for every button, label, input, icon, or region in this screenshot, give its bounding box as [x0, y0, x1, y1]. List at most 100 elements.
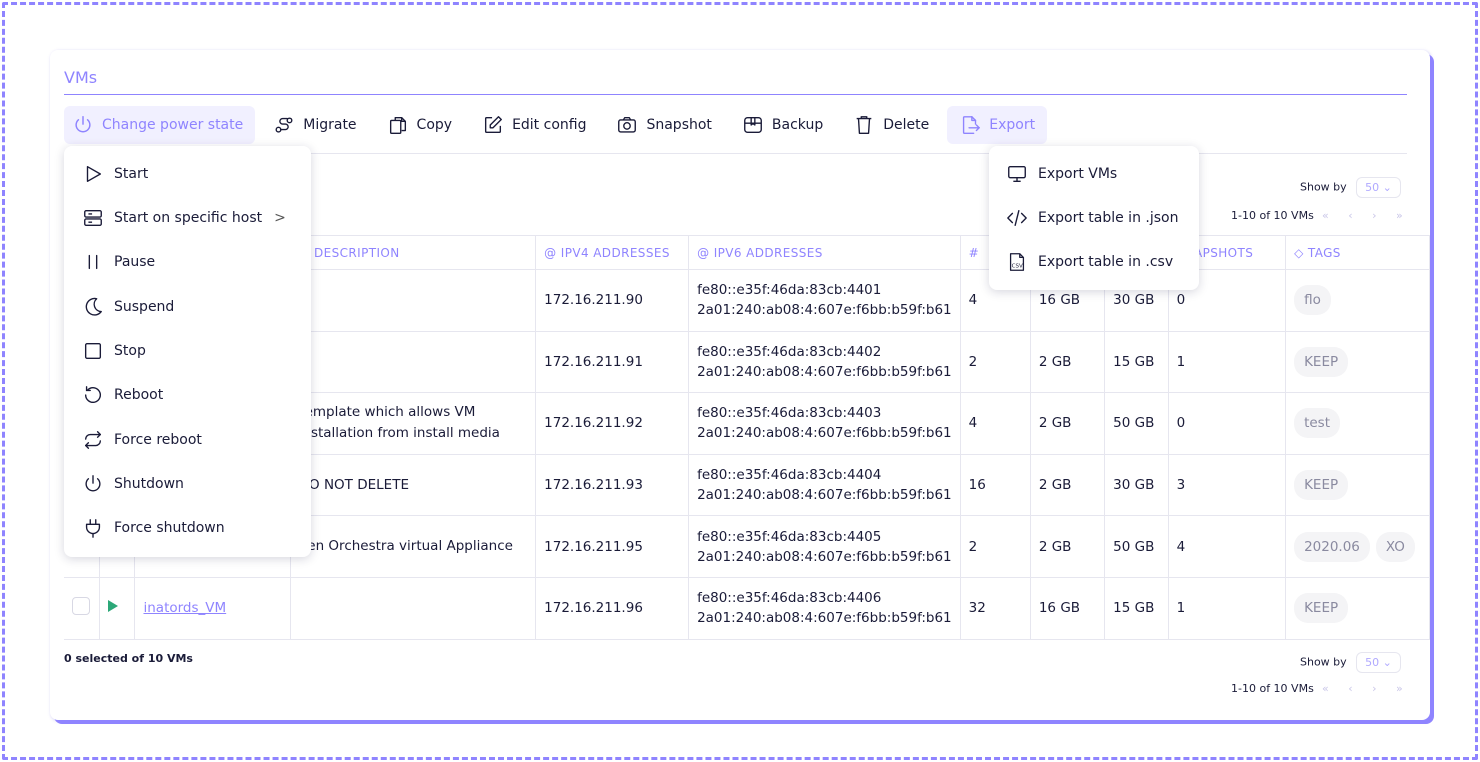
- disk-cell: 50 GB: [1104, 515, 1169, 578]
- show-by-value: 50: [1365, 181, 1380, 194]
- tag-badge[interactable]: KEEP: [1294, 346, 1349, 377]
- menu-item-start-on-host[interactable]: Start on specific host >: [82, 200, 286, 236]
- chevron-right-icon: >: [274, 210, 286, 226]
- tag-badge[interactable]: KEEP: [1294, 593, 1349, 624]
- server-icon: [84, 209, 102, 227]
- show-by-label: Show by: [1300, 655, 1347, 669]
- tag-badge[interactable]: KEEP: [1294, 470, 1349, 501]
- menu-item-label: Pause: [114, 254, 156, 270]
- menu-item-reboot[interactable]: Reboot: [82, 377, 163, 413]
- show-by-select[interactable]: 50 ⌄: [1356, 177, 1401, 198]
- title-divider: [64, 94, 1407, 95]
- pagination-range: 1-10 of 10 VMs: [1231, 682, 1314, 695]
- description-cell: Xen Orchestra virtual Appliance: [290, 515, 537, 578]
- ipv6-cell: fe80::e35f:46da:83cb:4402 2a01:240:ab08:4…: [688, 331, 961, 394]
- menu-item-force-reboot[interactable]: Force reboot: [82, 422, 202, 458]
- backup-button[interactable]: Backup: [730, 106, 835, 144]
- header-ipv4-label: IPV4 ADDRESSES: [560, 245, 670, 260]
- ipv6-line: fe80::e35f:46da:83cb:4402: [697, 343, 882, 360]
- description-line: DO NOT DELETE: [298, 476, 409, 493]
- export-button[interactable]: Export: [947, 106, 1048, 144]
- ram-cell: 2 GB: [1030, 392, 1106, 455]
- delete-button[interactable]: Delete: [841, 106, 941, 144]
- change-power-state-button[interactable]: Change power state: [64, 106, 256, 144]
- header-ipv6-label: IPV6 ADDRESSES: [713, 245, 823, 260]
- menu-item-export-vms[interactable]: Export VMs: [1006, 156, 1117, 192]
- ipv4-cell: 172.16.211.92: [535, 392, 690, 455]
- svg-text:CSV: CSV: [1012, 264, 1023, 270]
- menu-item-stop[interactable]: Stop: [82, 333, 146, 369]
- ipv6-line: fe80::e35f:46da:83cb:4403: [697, 405, 882, 422]
- change-power-state-label: Change power state: [102, 117, 244, 133]
- ipv4-cell: 172.16.211.95: [535, 515, 690, 578]
- snapshots-cell: 4: [1168, 515, 1287, 578]
- ipv6-cell: fe80::e35f:46da:83cb:4404 2a01:240:ab08:4…: [688, 454, 961, 517]
- menu-item-label: Export table in .csv: [1038, 254, 1174, 270]
- show-by-label: Show by: [1300, 180, 1347, 194]
- ipv4-cell: 172.16.211.96: [535, 577, 690, 640]
- row-checkbox-cell[interactable]: [64, 577, 101, 640]
- pause-icon: [88, 254, 98, 270]
- vm-name-link[interactable]: inatords_VM: [143, 600, 226, 616]
- menu-item-export-json[interactable]: Export table in .json: [1006, 200, 1178, 236]
- edit-config-button[interactable]: Edit config: [470, 106, 598, 144]
- pagination-nav[interactable]: « ‹ › »: [1322, 209, 1411, 222]
- tags-cell: KEEP: [1285, 331, 1430, 394]
- header-description[interactable]: ☰ DESCRIPTION: [290, 235, 537, 270]
- menu-item-pause[interactable]: Pause: [82, 244, 155, 280]
- tag-badge[interactable]: XO: [1375, 531, 1415, 562]
- power-icon: [75, 116, 91, 133]
- cpus-cell: 2: [960, 331, 1031, 394]
- menu-item-label: Shutdown: [114, 476, 184, 492]
- disk-cell: 50 GB: [1104, 392, 1169, 455]
- tag-badge[interactable]: 2020.06: [1294, 531, 1370, 562]
- description-cell: [290, 269, 537, 332]
- tag-badge[interactable]: test: [1294, 408, 1340, 439]
- menu-item-suspend[interactable]: Suspend: [82, 289, 174, 325]
- backup-label: Backup: [771, 117, 824, 133]
- row-checkbox[interactable]: [72, 597, 90, 616]
- header-tags-label: TAGS: [1307, 245, 1341, 260]
- description-line: Xen Orchestra virtual Appliance: [298, 538, 513, 555]
- code-icon: [1007, 209, 1027, 227]
- power-icon: [85, 475, 101, 492]
- csv-file-icon: CSV: [1009, 253, 1025, 271]
- ipv6-line: fe80::e35f:46da:83cb:4405: [697, 528, 882, 545]
- tag-badge[interactable]: flo: [1294, 285, 1331, 316]
- menu-item-force-shutdown[interactable]: Force shutdown: [82, 510, 225, 546]
- table-row[interactable]: inatords_VM 172.16.211.96 fe80::e35f:46d…: [64, 577, 1430, 640]
- ram-cell: 2 GB: [1030, 331, 1106, 394]
- menu-item-export-csv[interactable]: CSV Export table in .csv: [1006, 244, 1173, 280]
- menu-item-shutdown[interactable]: Shutdown: [82, 466, 184, 502]
- vm-name-cell[interactable]: inatords_VM: [134, 577, 291, 640]
- ipv4-cell: 172.16.211.90: [535, 269, 690, 332]
- pagination-nav[interactable]: « ‹ › »: [1322, 682, 1411, 695]
- copy-button[interactable]: Copy: [375, 106, 465, 144]
- header-description-label: DESCRIPTION: [314, 245, 400, 260]
- disk-cell: 30 GB: [1104, 454, 1169, 517]
- menu-item-label: Force shutdown: [114, 520, 225, 536]
- header-ipv4[interactable]: @ IPV4 ADDRESSES: [535, 235, 690, 270]
- ipv6-cell: fe80::e35f:46da:83cb:4403 2a01:240:ab08:4…: [688, 392, 961, 455]
- description-cell: DO NOT DELETE: [290, 454, 537, 517]
- copy-icon: [389, 116, 406, 134]
- snapshot-label: Snapshot: [646, 117, 712, 133]
- page-title: VMs: [64, 68, 98, 87]
- ipv4-cell: 172.16.211.91: [535, 331, 690, 394]
- delete-label: Delete: [883, 117, 930, 133]
- ipv6-line: 2a01:240:ab08:4:607e:f6bb:b59f:b61: [697, 610, 952, 627]
- tags-cell: KEEP: [1285, 454, 1430, 517]
- show-by-top: Show by 50 ⌄: [1300, 177, 1401, 198]
- pagination-range: 1-10 of 10 VMs: [1231, 209, 1314, 222]
- header-tags[interactable]: ◇ TAGS: [1285, 235, 1430, 270]
- menu-item-start[interactable]: Start: [82, 156, 148, 192]
- header-ipv6[interactable]: @ IPV6 ADDRESSES: [688, 235, 961, 270]
- show-by-select[interactable]: 50 ⌄: [1356, 652, 1401, 673]
- snapshots-cell: 0: [1168, 392, 1287, 455]
- snapshots-cell: 1: [1168, 331, 1287, 394]
- cpus-cell: 16: [960, 454, 1031, 517]
- toolbar: Change power state Migrate Copy Edit con…: [64, 105, 1053, 145]
- migrate-button[interactable]: Migrate: [261, 106, 368, 144]
- snapshot-button[interactable]: Snapshot: [604, 106, 723, 144]
- menu-item-label: Start: [114, 166, 149, 182]
